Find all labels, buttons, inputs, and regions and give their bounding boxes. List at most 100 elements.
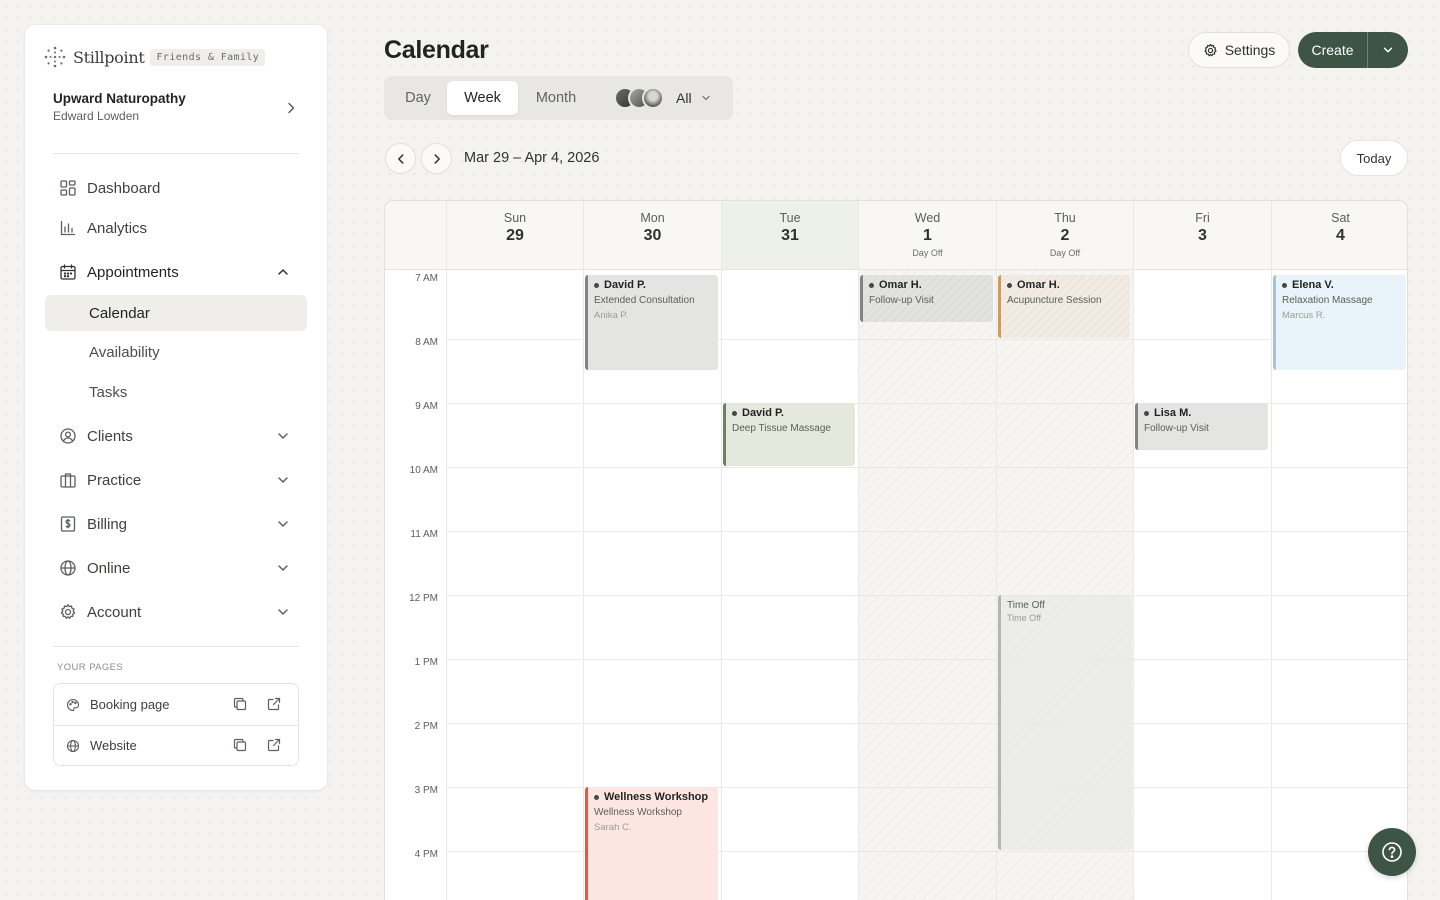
nav-tasks[interactable]: Tasks <box>45 374 307 410</box>
chevron-down-icon <box>1381 43 1395 57</box>
booking-page-label: Booking page <box>90 697 170 712</box>
day-header: Sun 29 <box>447 201 583 270</box>
day-name: Mon <box>640 211 665 225</box>
next-week-button[interactable] <box>421 143 452 174</box>
chevron-down-icon <box>275 428 291 444</box>
day-number: 31 <box>781 227 799 244</box>
service-name: Extended Consultation <box>594 295 695 306</box>
nav-billing[interactable]: Billing <box>53 508 299 540</box>
status-dot <box>594 794 599 800</box>
appointment-card[interactable]: Lisa M. Follow-up Visit <box>1135 403 1268 450</box>
time-label: 12 PM <box>409 593 438 604</box>
nav-analytics[interactable]: Analytics <box>53 212 299 244</box>
previous-week-button[interactable] <box>385 143 416 174</box>
tab-month[interactable]: Month <box>518 81 594 115</box>
page-row-booking[interactable]: Booking page <box>54 684 298 725</box>
appointment-title: Elena V. <box>1282 279 1406 291</box>
globe-icon <box>66 739 80 753</box>
appointment-card[interactable]: David P. Deep Tissue Massage <box>723 403 855 466</box>
client-name: Omar H. <box>1017 279 1060 291</box>
settings-button[interactable]: Settings <box>1188 32 1290 68</box>
brand[interactable]: Stillpoint Friends & Family <box>43 45 266 69</box>
appointment-title: Omar H. <box>869 279 993 291</box>
staff-name: Anika P. <box>594 310 629 321</box>
nav-account-label: Account <box>87 603 142 621</box>
hour-line <box>446 531 1407 532</box>
staff-filter-label: All <box>676 90 692 106</box>
service-name: Wellness Workshop <box>594 807 682 818</box>
chevron-right-icon <box>430 152 444 166</box>
time-label: 1 PM <box>414 657 438 668</box>
appointment-title: Omar H. <box>1007 279 1130 291</box>
appointment-card[interactable]: Omar H. Follow-up Visit <box>860 275 993 322</box>
hour-line <box>446 467 1407 468</box>
chevron-down-icon <box>700 92 712 104</box>
time-label: 9 AM <box>415 401 438 412</box>
day-name: Fri <box>1195 211 1210 225</box>
nav-availability[interactable]: Availability <box>45 334 307 370</box>
create-dropdown-button[interactable] <box>1368 32 1408 68</box>
tab-week[interactable]: Week <box>447 81 518 115</box>
time-off-block[interactable]: Time Off Time Off <box>998 595 1132 850</box>
external-link-icon[interactable] <box>266 696 282 712</box>
day-column-sun[interactable]: Sun 29 <box>446 201 583 900</box>
day-number: 30 <box>643 227 662 244</box>
page-title: Calendar <box>384 36 489 64</box>
nav-dashboard[interactable]: Dashboard <box>53 172 299 204</box>
day-header: Tue 31 <box>722 201 858 270</box>
nav-practice-label: Practice <box>87 471 142 489</box>
staff-filter[interactable]: All <box>614 86 712 110</box>
day-number: 1 <box>923 227 932 244</box>
appointment-card[interactable]: Elena V. Relaxation Massage Marcus R. <box>1273 275 1406 370</box>
day-header: Fri 3 <box>1134 201 1271 270</box>
chevron-down-icon <box>275 604 291 620</box>
practice-switcher[interactable]: Upward Naturopathy Edward Lowden <box>53 91 299 131</box>
day-column-tue[interactable]: Tue 31 <box>721 201 858 900</box>
day-column-fri[interactable]: Fri 3 <box>1133 201 1271 900</box>
nav-clients[interactable]: Clients <box>53 420 299 452</box>
nav-appointments[interactable]: Appointments <box>53 256 299 288</box>
service-name: Follow-up Visit <box>1144 423 1209 434</box>
status-dot <box>1282 282 1287 288</box>
help-icon <box>1381 841 1403 863</box>
help-button[interactable] <box>1368 828 1416 876</box>
dashboard-icon <box>59 179 77 197</box>
nav-calendar[interactable]: Calendar <box>45 295 307 331</box>
chevron-down-icon <box>275 516 291 532</box>
today-button[interactable]: Today <box>1340 140 1408 176</box>
nav-practice[interactable]: Practice <box>53 464 299 496</box>
day-number: 3 <box>1198 227 1207 244</box>
account-icon <box>59 603 77 621</box>
time-label: 8 AM <box>415 337 438 348</box>
palette-icon <box>66 698 80 712</box>
status-dot <box>1007 282 1012 288</box>
nav-account[interactable]: Account <box>53 596 299 628</box>
billing-icon <box>59 515 77 533</box>
nav-online[interactable]: Online <box>53 552 299 584</box>
online-icon <box>59 559 77 577</box>
status-dot <box>869 282 874 288</box>
nav-appointments-label: Appointments <box>87 263 179 281</box>
appointment-card[interactable]: David P. Extended Consultation Anika P. <box>585 275 718 370</box>
staff-name: Marcus R. <box>1282 310 1326 321</box>
tab-day[interactable]: Day <box>389 81 447 115</box>
external-link-icon[interactable] <box>266 737 282 753</box>
client-name: David P. <box>604 279 646 291</box>
day-name: Thu <box>1054 211 1076 225</box>
copy-icon[interactable] <box>232 737 248 753</box>
nav-dashboard-label: Dashboard <box>87 179 161 197</box>
service-name: Deep Tissue Massage <box>732 423 831 434</box>
day-name: Wed <box>914 211 941 225</box>
client-name: David P. <box>742 407 784 419</box>
appointment-card[interactable]: Wellness Workshop Wellness Workshop Sara… <box>585 787 718 900</box>
your-pages-list: Booking page Website <box>53 683 299 766</box>
hour-line <box>446 595 1407 596</box>
nav-analytics-label: Analytics <box>87 219 148 237</box>
analytics-icon <box>59 219 77 237</box>
create-button[interactable]: Create <box>1298 32 1367 68</box>
page-row-website[interactable]: Website <box>54 725 298 766</box>
appointment-card[interactable]: Omar H. Acupuncture Session <box>998 275 1130 338</box>
time-off-title: Time Off <box>1007 600 1045 611</box>
copy-icon[interactable] <box>232 696 248 712</box>
practice-name: Upward Naturopathy <box>53 91 186 106</box>
